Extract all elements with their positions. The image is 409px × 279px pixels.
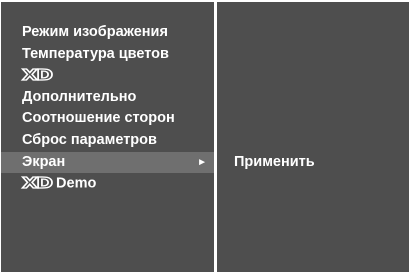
menu-item-label: Температура цветов bbox=[22, 45, 169, 62]
xd-logo: XD bbox=[21, 174, 54, 193]
picture-menu-list: Режим изображения Температура цветов XD … bbox=[1, 22, 214, 195]
menu-item-label: Соотношение сторон bbox=[22, 110, 175, 127]
menu-item-xd[interactable]: XD bbox=[1, 65, 214, 87]
menu-item-color-temperature[interactable]: Температура цветов bbox=[1, 44, 214, 66]
menu-item-label: Экран bbox=[22, 153, 66, 170]
menu-item-label: Дополнительно bbox=[22, 88, 137, 105]
menu-item-aspect-ratio[interactable]: Соотношение сторон bbox=[1, 108, 214, 130]
submenu-arrow-icon: ► bbox=[197, 156, 207, 168]
menu-item-picture-mode[interactable]: Режим изображения bbox=[1, 22, 214, 44]
menu-item-advanced[interactable]: Дополнительно bbox=[1, 87, 214, 109]
xd-logo: XD bbox=[21, 66, 54, 85]
menu-item-label: Режим изображения bbox=[22, 24, 168, 40]
picture-menu-panel: Режим изображения Температура цветов XD … bbox=[1, 2, 214, 272]
menu-item-screen[interactable]: Экран ► bbox=[1, 151, 214, 174]
submenu-panel bbox=[217, 2, 409, 272]
menu-item-xd-demo[interactable]: XD Demo bbox=[1, 173, 214, 195]
apply-option[interactable]: Применить bbox=[234, 154, 315, 170]
menu-item-label: Demo bbox=[56, 175, 97, 192]
tv-osd-menu: Режим изображения Температура цветов XD … bbox=[0, 0, 409, 279]
menu-item-label: Сброс параметров bbox=[22, 131, 157, 148]
menu-item-picture-reset[interactable]: Сброс параметров bbox=[1, 130, 214, 152]
